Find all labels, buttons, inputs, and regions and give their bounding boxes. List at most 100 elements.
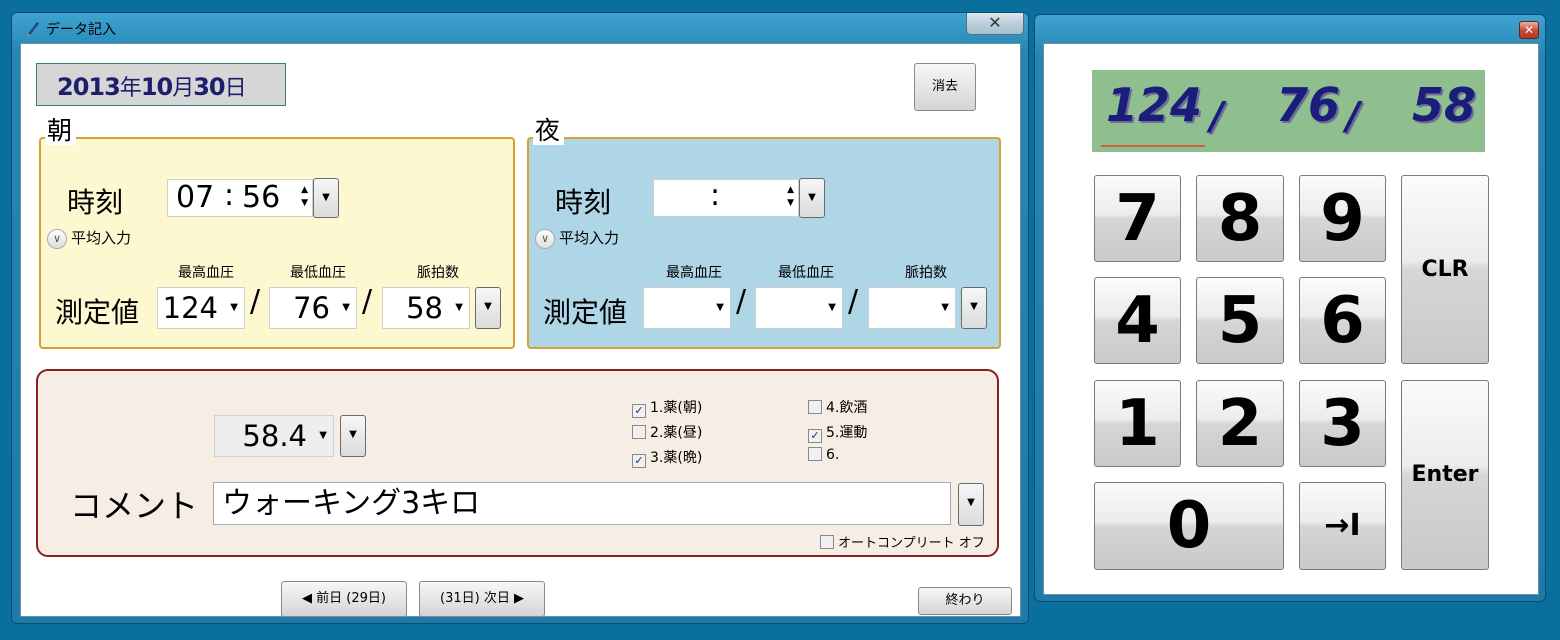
- night-time-label: 時刻: [555, 186, 612, 219]
- date-month-unit: 月: [172, 76, 194, 101]
- check-6[interactable]: 6.: [808, 447, 839, 463]
- time-colon: :: [224, 178, 235, 213]
- night-average-input-toggle[interactable]: ∨ 平均入力: [535, 227, 619, 249]
- date-day-unit: 日: [224, 76, 247, 101]
- night-pulse-combo[interactable]: ▼: [868, 287, 956, 329]
- dropdown-arrow-icon: ▼: [230, 302, 238, 313]
- enter-key[interactable]: Enter: [1401, 380, 1489, 570]
- morning-low-combo[interactable]: 76 ▼: [269, 287, 357, 329]
- finish-button[interactable]: 終わり: [918, 587, 1012, 615]
- morning-high-combo[interactable]: 124 ▼: [157, 287, 245, 329]
- key-3[interactable]: 3: [1299, 380, 1386, 467]
- display-separator: /: [1210, 94, 1224, 138]
- night-panel: 夜 時刻 : ▲ ▼ ▼ ∨ 平均入力 最高血圧 最低血圧 脈拍数 測定値 ▼ / …: [527, 117, 1001, 349]
- avg-label: 平均入力: [71, 229, 132, 247]
- checkbox[interactable]: ✓: [632, 454, 646, 468]
- autocomplete-off-check[interactable]: オートコンプリート オフ: [820, 532, 985, 551]
- clear-key[interactable]: CLR: [1401, 175, 1489, 364]
- comment-panel: 58.4 ▼ ▼ ✓ 1.薬(朝) 2.薬(昼) ✓ 3.薬(晩) 4.飲酒 ✓ 5.運…: [36, 369, 999, 557]
- check-drinking[interactable]: 4.飲酒: [808, 397, 867, 417]
- weight-value: 58.4: [242, 419, 307, 453]
- dropdown-arrow-icon: ▼: [319, 430, 327, 441]
- weight-combo[interactable]: 58.4 ▼: [214, 415, 334, 457]
- morning-time-input[interactable]: 07 : 56 ▲ ▼: [167, 178, 313, 217]
- comment-dropdown-button[interactable]: ▼: [958, 483, 984, 526]
- comment-input[interactable]: ウォーキング3キロ: [213, 482, 951, 525]
- previous-day-button[interactable]: ◀ 前日 (29日): [281, 581, 407, 617]
- morning-high-value: 124: [162, 291, 218, 325]
- key-1[interactable]: 1: [1094, 380, 1181, 467]
- key-6[interactable]: 6: [1299, 277, 1386, 364]
- separator-slash: /: [362, 284, 373, 319]
- check-label: 6.: [826, 447, 840, 463]
- key-9[interactable]: 9: [1299, 175, 1386, 262]
- morning-value-label: 測定値: [55, 296, 140, 329]
- col-pulse-header: 脈拍数: [417, 265, 459, 281]
- title-bar[interactable]: データ記入: [12, 13, 1028, 43]
- weight-dropdown-button[interactable]: ▼: [340, 415, 366, 457]
- keypad-close-button[interactable]: ✕: [1519, 21, 1539, 39]
- morning-panel: 朝 時刻 07 : 56 ▲ ▼ ▼ ∨ 平均入力 最高血圧 最低血圧 脈拍数 測定…: [39, 117, 515, 349]
- checkbox[interactable]: [820, 535, 834, 549]
- separator-slash: /: [250, 284, 261, 319]
- keypad-window: ✕ 124 / 76 / 58 7 8 9 CLR 4 5 6 1 2 3 En…: [1034, 14, 1546, 602]
- col-low-header: 最低血圧: [778, 265, 834, 281]
- night-high-combo[interactable]: ▼: [643, 287, 731, 329]
- morning-title: 朝: [45, 117, 77, 145]
- key-0[interactable]: 0: [1094, 482, 1284, 570]
- col-high-header: 最高血圧: [666, 265, 722, 281]
- date-day: 30: [193, 73, 225, 101]
- check-med-noon[interactable]: 2.薬(昼): [632, 422, 702, 442]
- key-5[interactable]: 5: [1196, 277, 1284, 364]
- dropdown-arrow-icon: ▼: [342, 302, 350, 313]
- morning-hour: 07: [176, 180, 215, 215]
- check-exercise[interactable]: ✓ 5.運動: [808, 422, 867, 443]
- checkbox[interactable]: ✓: [632, 404, 646, 418]
- active-field-underline: [1101, 145, 1205, 147]
- checkbox[interactable]: ✓: [808, 429, 822, 443]
- morning-values-dropdown-button[interactable]: ▼: [475, 287, 501, 329]
- keypad-display: 124 / 76 / 58: [1092, 70, 1485, 152]
- pen-icon: [27, 22, 39, 36]
- date-year-unit: 年: [119, 76, 142, 101]
- checkbox[interactable]: [808, 447, 822, 461]
- key-4[interactable]: 4: [1094, 277, 1181, 364]
- key-2[interactable]: 2: [1196, 380, 1284, 467]
- dropdown-arrow-icon: ▼: [716, 302, 724, 313]
- checkbox[interactable]: [808, 400, 822, 414]
- check-label: 4.飲酒: [826, 400, 868, 416]
- tab-key[interactable]: →I: [1299, 482, 1386, 570]
- clear-button[interactable]: 消去: [914, 63, 976, 111]
- data-entry-window: データ記入 ✕ 2013年10月30日 消去 朝 時刻 07 : 56 ▲ ▼ ▼…: [11, 12, 1029, 624]
- night-title: 夜: [533, 117, 565, 145]
- night-low-combo[interactable]: ▼: [755, 287, 843, 329]
- comment-label: コメント: [70, 487, 199, 525]
- display-high: 124: [1106, 78, 1203, 132]
- close-button[interactable]: ✕: [966, 13, 1024, 35]
- night-time-dropdown-button[interactable]: ▼: [799, 178, 825, 218]
- night-value-label: 測定値: [543, 296, 628, 329]
- check-med-evening[interactable]: ✓ 3.薬(晩): [632, 447, 702, 468]
- col-high-header: 最高血圧: [178, 265, 234, 281]
- check-med-morning[interactable]: ✓ 1.薬(朝): [632, 397, 702, 418]
- morning-pulse-combo[interactable]: 58 ▼: [382, 287, 470, 329]
- morning-time-dropdown-button[interactable]: ▼: [313, 178, 339, 218]
- dropdown-arrow-icon: ▼: [941, 302, 949, 313]
- keypad-title-bar[interactable]: [1035, 15, 1545, 45]
- next-day-button[interactable]: (31日) 次日 ▶: [419, 581, 545, 617]
- night-time-input[interactable]: : ▲ ▼: [653, 178, 799, 217]
- window-client: 2013年10月30日 消去 朝 時刻 07 : 56 ▲ ▼ ▼ ∨ 平均入力 最…: [20, 43, 1021, 617]
- checkbox[interactable]: [632, 425, 646, 439]
- morning-time-label: 時刻: [67, 186, 124, 219]
- check-label: 5.運動: [826, 425, 868, 441]
- avg-label: 平均入力: [559, 229, 620, 247]
- morning-pulse-value: 58: [406, 291, 443, 325]
- night-values-dropdown-button[interactable]: ▼: [961, 287, 987, 329]
- key-7[interactable]: 7: [1094, 175, 1181, 262]
- dropdown-arrow-icon: ▼: [828, 302, 836, 313]
- check-label: 2.薬(昼): [650, 425, 703, 441]
- time-spinner[interactable]: ▲ ▼: [787, 184, 794, 210]
- morning-average-input-toggle[interactable]: ∨ 平均入力: [47, 227, 131, 249]
- time-spinner[interactable]: ▲ ▼: [301, 184, 308, 210]
- key-8[interactable]: 8: [1196, 175, 1284, 262]
